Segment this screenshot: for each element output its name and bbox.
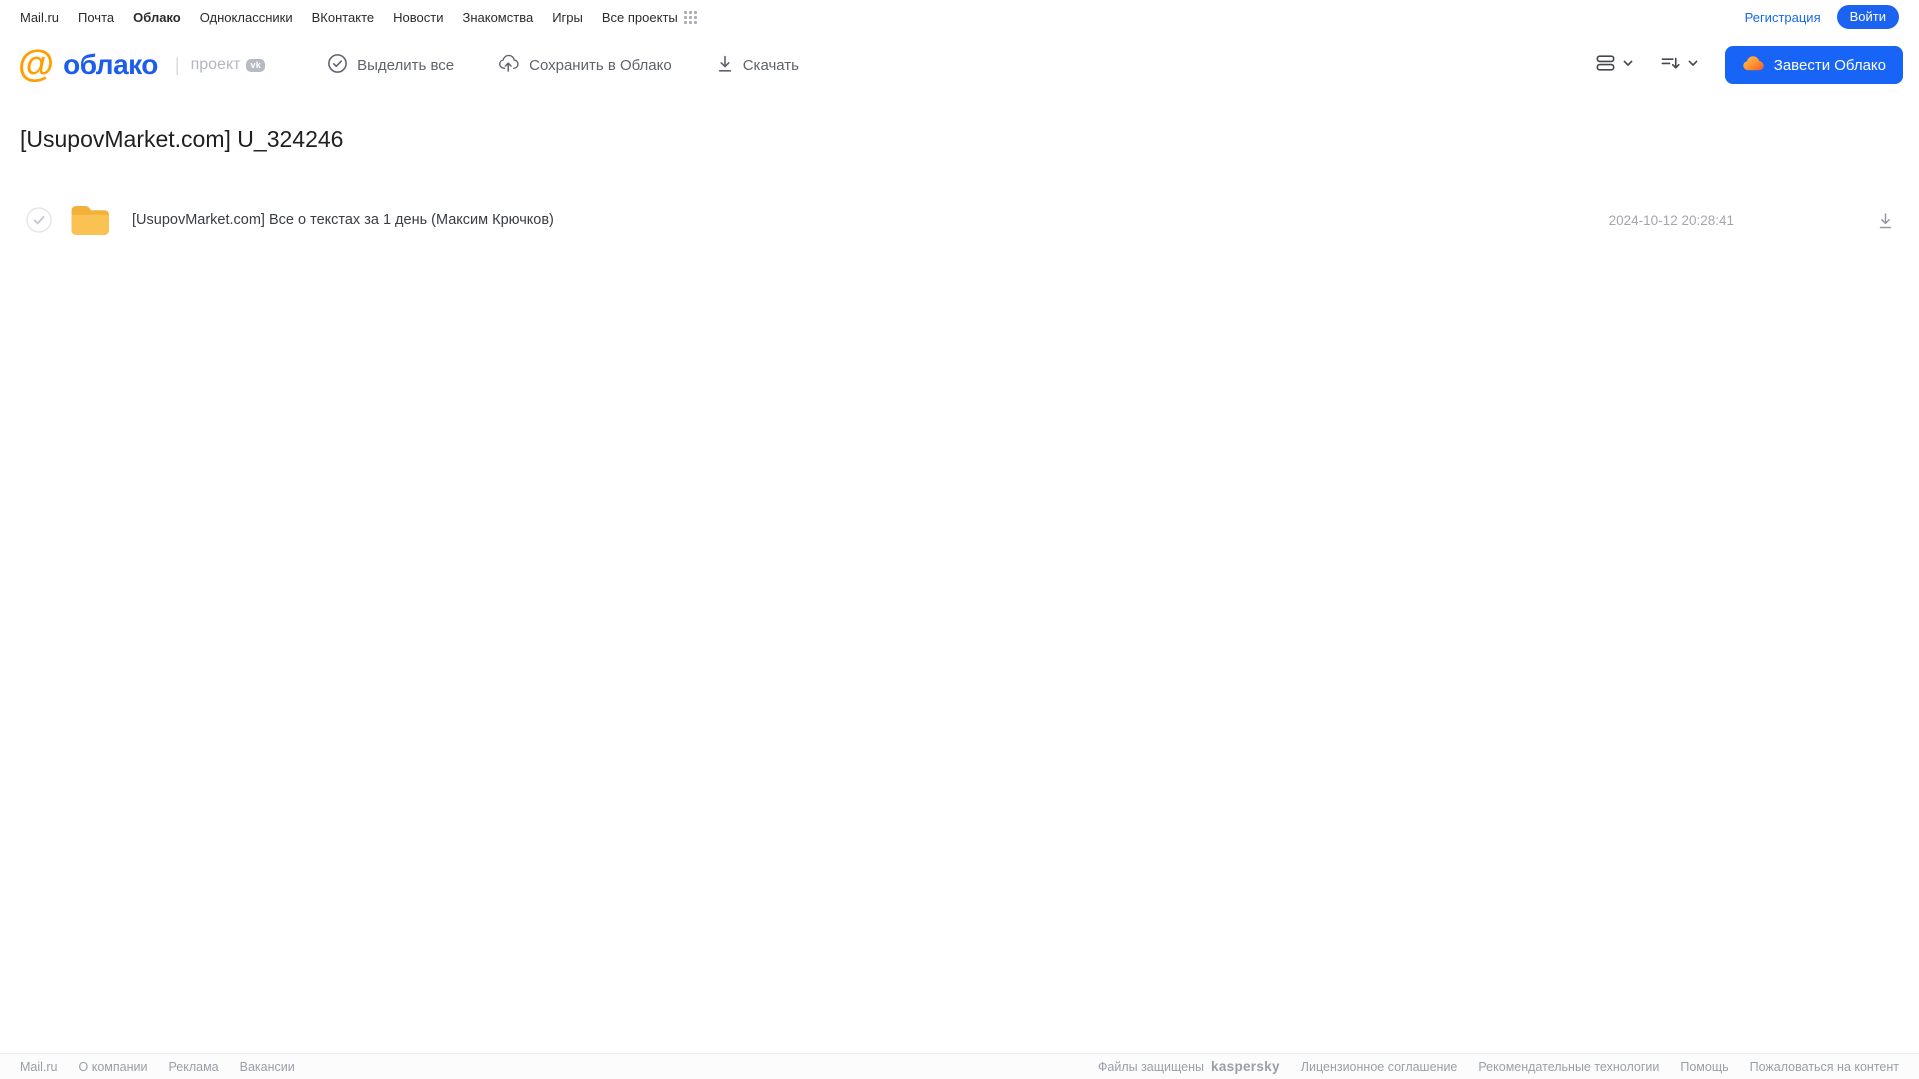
portal-nav: Mail.ru Почта Облако Одноклассники ВКонт…: [0, 0, 1919, 34]
kaspersky-logo[interactable]: kaspersky: [1211, 1059, 1280, 1074]
download-icon: [716, 54, 734, 77]
nav-link-znakomstva[interactable]: Знакомства: [462, 10, 533, 25]
apps-grid-icon[interactable]: [683, 10, 697, 24]
file-name-link[interactable]: [UsupovMarket.com] Все о текстах за 1 де…: [132, 212, 554, 228]
footer-link-rec-tech[interactable]: Рекомендательные технологии: [1478, 1060, 1659, 1074]
row-checkbox[interactable]: [26, 207, 52, 233]
nav-link-all-projects[interactable]: Все проекты: [602, 10, 697, 25]
protected-text: Файлы защищены: [1097, 1059, 1205, 1074]
kaspersky-protection: Файлы защищены kaspersky: [1098, 1059, 1280, 1074]
file-date: 2024-10-12 20:28:41: [1608, 212, 1734, 228]
download-label: Скачать: [742, 56, 799, 74]
nav-link-pochta[interactable]: Почта: [78, 10, 114, 25]
footer-link-help[interactable]: Помощь: [1680, 1060, 1728, 1074]
footer-link-ads[interactable]: Реклама: [168, 1060, 218, 1074]
nav-link-mailru[interactable]: Mail.ru: [20, 10, 59, 25]
row-download-icon[interactable]: [1876, 211, 1895, 230]
footer-link-report[interactable]: Пожаловаться на контент: [1750, 1060, 1899, 1074]
mailru-at-icon: @: [18, 42, 55, 84]
sort-icon: [1660, 53, 1681, 78]
app-header: @ облако | проект vk Выделить все Сохран…: [0, 34, 1919, 96]
footer-link-mailru[interactable]: Mail.ru: [20, 1060, 58, 1074]
cloud-logo[interactable]: @ облако | проект vk: [18, 42, 266, 84]
page-title: [UsupovMarket.com] U_324246: [20, 126, 344, 152]
cloud-upload-icon: [498, 53, 520, 78]
vk-icon: vk: [246, 58, 266, 72]
project-label: проект: [190, 56, 241, 73]
all-projects-label: Все проекты: [601, 9, 678, 25]
footer-link-about[interactable]: О компании: [79, 1060, 148, 1074]
register-link[interactable]: Регистрация: [1745, 10, 1821, 25]
project-badge: проект vk: [191, 56, 266, 74]
sort-dropdown[interactable]: [1660, 53, 1699, 78]
check-circle-icon: [327, 53, 348, 78]
footer-link-license[interactable]: Лицензионное соглашение: [1301, 1060, 1458, 1074]
nav-link-igry[interactable]: Игры: [552, 10, 583, 25]
logo-divider: |: [174, 54, 180, 75]
nav-link-vkontakte[interactable]: ВКонтакте: [312, 10, 375, 25]
folder-icon: [69, 203, 112, 238]
select-all-label: Выделить все: [357, 56, 455, 74]
view-mode-dropdown[interactable]: [1595, 53, 1634, 78]
select-all-button[interactable]: Выделить все: [327, 53, 454, 78]
nav-link-oblako[interactable]: Облако: [133, 10, 181, 25]
save-to-cloud-button[interactable]: Сохранить в Облако: [498, 53, 672, 78]
toolbar: Выделить все Сохранить в Облако Скачать: [327, 53, 799, 78]
orange-cloud-icon: [1742, 54, 1765, 76]
footer: Mail.ru О компании Реклама Вакансии Файл…: [0, 1053, 1919, 1079]
save-to-cloud-label: Сохранить в Облако: [529, 56, 672, 74]
header-right: Завести Облако: [1595, 46, 1903, 84]
chevron-down-icon: [1687, 56, 1699, 74]
nav-link-novosti[interactable]: Новости: [393, 10, 443, 25]
login-button[interactable]: Войти: [1836, 5, 1899, 29]
file-list: [UsupovMarket.com] Все о текстах за 1 де…: [0, 197, 1919, 243]
chevron-down-icon: [1622, 56, 1634, 74]
footer-right-links: Файлы защищены kaspersky Лицензионное со…: [1098, 1059, 1899, 1074]
portal-nav-right: Регистрация Войти: [1745, 5, 1899, 29]
file-row[interactable]: [UsupovMarket.com] Все о текстах за 1 де…: [0, 197, 1919, 243]
portal-nav-links: Mail.ru Почта Облако Одноклассники ВКонт…: [20, 10, 697, 25]
get-cloud-label: Завести Облако: [1773, 56, 1886, 74]
footer-left-links: Mail.ru О компании Реклама Вакансии: [20, 1060, 295, 1074]
logo-text: облако: [63, 49, 158, 80]
nav-link-odnoklassniki[interactable]: Одноклассники: [200, 10, 293, 25]
footer-link-jobs[interactable]: Вакансии: [240, 1060, 295, 1074]
download-button[interactable]: Скачать: [716, 54, 799, 77]
get-cloud-button[interactable]: Завести Облако: [1724, 46, 1903, 84]
list-view-icon: [1595, 53, 1616, 78]
